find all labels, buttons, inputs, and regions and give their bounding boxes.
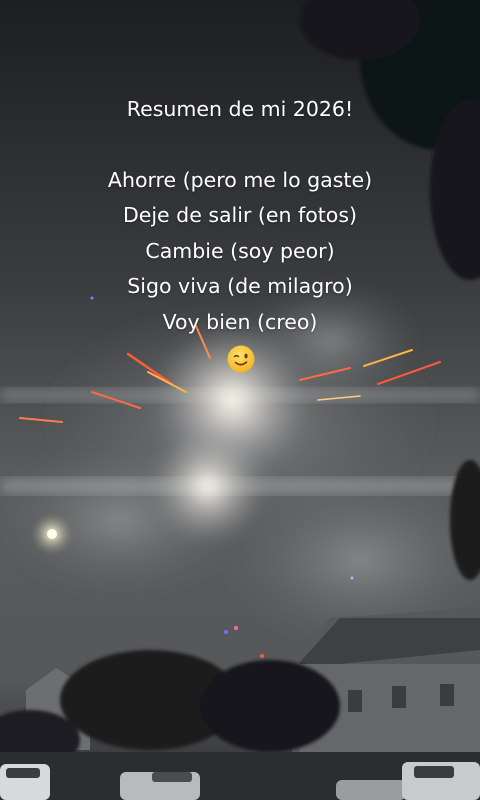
caption-title: Resumen de mi 2026! [126, 97, 354, 121]
caption-line: Voy bien (creo) [162, 309, 318, 334]
story-caption: Resumen de mi 2026! Ahorre (pero me lo g… [0, 92, 480, 340]
caption-line: Sigo viva (de milagro) [127, 274, 353, 298]
winking-face-emoji [227, 345, 255, 373]
caption-line: Cambie (soy peor) [145, 238, 335, 263]
caption-line: Deje de salir (en fotos) [122, 203, 358, 227]
firework-burst-glow [148, 426, 268, 546]
street-lamp [47, 529, 57, 539]
caption-line: Ahorre (pero me lo gaste) [107, 167, 373, 192]
